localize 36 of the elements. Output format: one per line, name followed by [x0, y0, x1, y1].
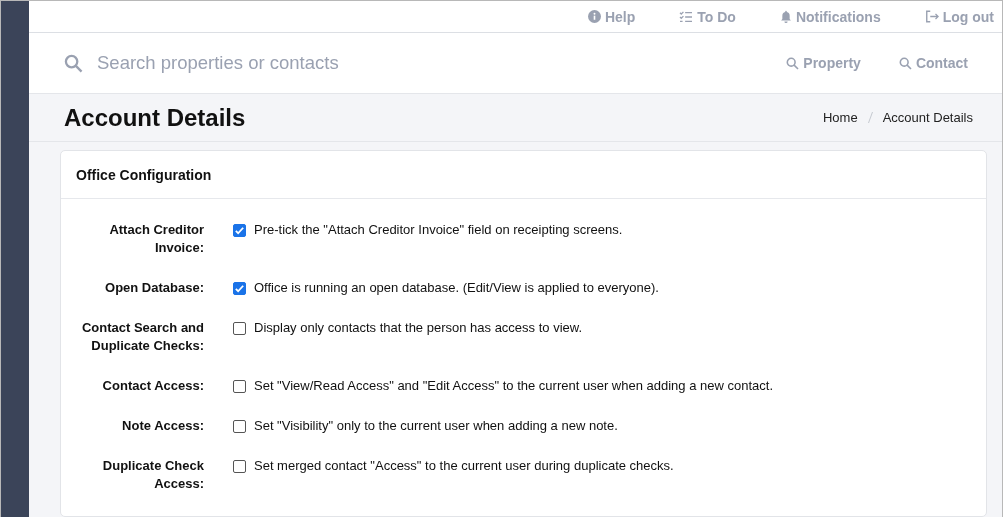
- logout-icon: [924, 10, 939, 23]
- checkbox[interactable]: [233, 380, 246, 393]
- nav-link[interactable]: To Do: [679, 8, 736, 25]
- setting-label: Open Database:: [104, 279, 204, 297]
- bell-icon: [779, 10, 792, 23]
- search-filter-link[interactable]: Property: [786, 55, 861, 71]
- search-icon: [786, 56, 800, 70]
- nav-link[interactable]: Notifications: [779, 8, 881, 25]
- setting-label: Attach Creditor Invoice:: [108, 221, 204, 257]
- search-icon: [898, 56, 912, 70]
- page-title: Account Details: [64, 103, 246, 132]
- breadcrumb-current: Account Details: [882, 110, 973, 125]
- search-field[interactable]: Search properties or contacts: [95, 51, 787, 75]
- checkbox[interactable]: [233, 460, 246, 473]
- setting-label: Note Access:: [121, 417, 204, 435]
- search-filter-link[interactable]: Contact: [898, 55, 968, 71]
- breadcrumb-link[interactable]: Home: [823, 110, 858, 125]
- info-icon: [587, 10, 601, 23]
- checkbox[interactable]: [233, 322, 246, 335]
- setting-description: Display only contacts that the person has access to view.: [254, 319, 583, 337]
- setting-description: Set "View/Read Access" and "Edit Access" to the current user when adding a new contact.: [254, 377, 773, 395]
- setting-label: Contact Access:: [101, 377, 204, 395]
- checkbox[interactable]: [233, 282, 246, 295]
- setting-label: Duplicate Check Access:: [101, 457, 204, 493]
- card-title: Office Configuration: [76, 166, 212, 183]
- checkbox[interactable]: [233, 224, 246, 237]
- setting-description: Set merged contact "Access" to the current user during duplicate checks.: [254, 457, 674, 475]
- setting-description: Set "Visibility" only to the current user when adding a new note.: [254, 417, 618, 435]
- nav-link[interactable]: Log out: [924, 8, 994, 25]
- setting-description: Office is running an open database. (Edit/View is applied to everyone).: [254, 279, 659, 297]
- checkbox[interactable]: [233, 420, 246, 433]
- nav-link[interactable]: Help: [587, 8, 636, 25]
- checklist-icon: [679, 10, 694, 23]
- search-icon: [64, 53, 83, 73]
- setting-description: Pre-tick the "Attach Creditor Invoice" field on receipting screens.: [254, 221, 623, 239]
- setting-label: Contact Search and Duplicate Checks:: [80, 319, 204, 355]
